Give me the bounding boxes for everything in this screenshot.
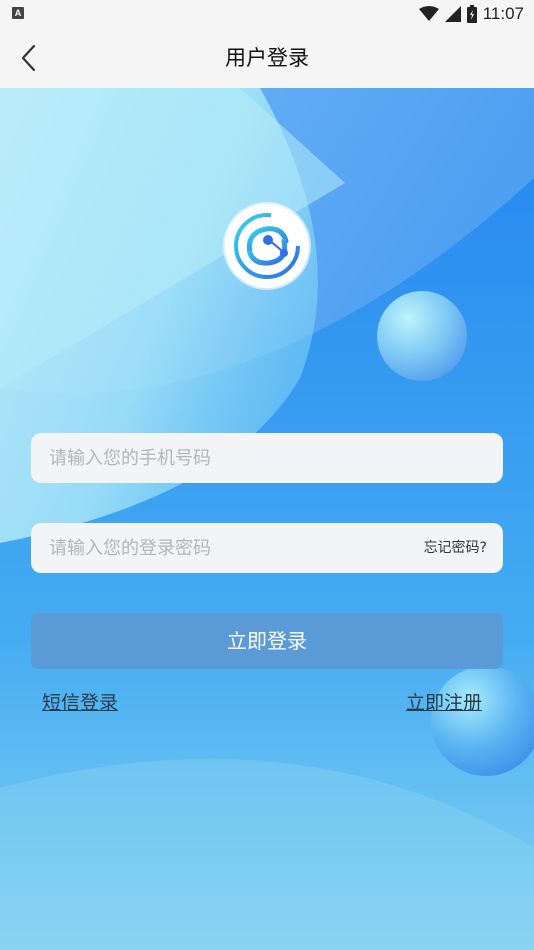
status-bar: A 11:07 [0, 0, 534, 28]
status-icons: 11:07 [418, 4, 524, 24]
page-title: 用户登录 [225, 46, 309, 70]
app-logo [225, 204, 309, 288]
sms-login-link[interactable]: 短信登录 [42, 688, 118, 715]
login-button[interactable]: 立即登录 [31, 613, 503, 669]
cell-signal-icon [444, 6, 461, 22]
login-hero: 忘记密码? 立即登录 短信登录 立即注册 [0, 88, 534, 950]
battery-icon [466, 5, 477, 23]
phone-input[interactable] [31, 433, 503, 483]
password-field[interactable]: 忘记密码? [31, 523, 503, 573]
notification-badge: A [12, 7, 24, 19]
forgot-password-link[interactable]: 忘记密码? [424, 523, 487, 573]
status-time: 11:07 [482, 4, 524, 23]
app-logo-icon [234, 213, 300, 279]
register-link[interactable]: 立即注册 [406, 688, 482, 715]
wifi-icon [418, 6, 439, 21]
decor-sphere [431, 666, 534, 776]
phone-field[interactable] [31, 433, 503, 483]
decor-sphere [377, 291, 467, 381]
title-bar: 用户登录 [0, 28, 534, 88]
